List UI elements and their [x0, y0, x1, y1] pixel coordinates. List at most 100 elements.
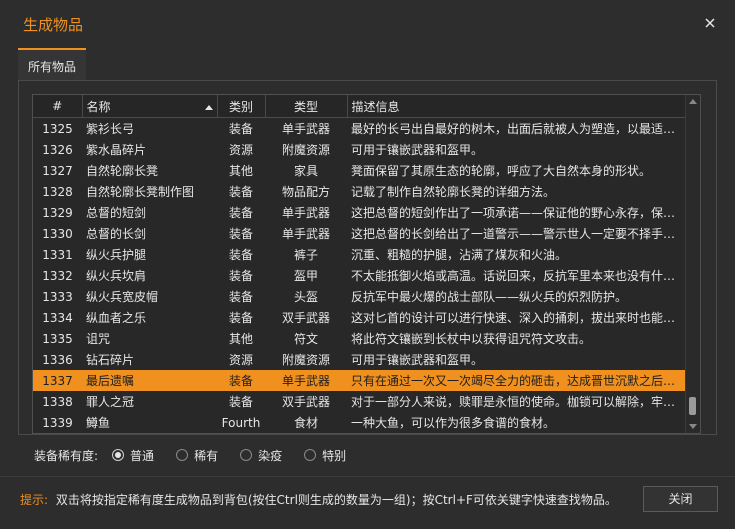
cell-type: 盔甲: [293, 269, 318, 283]
cell-id: 1328: [42, 184, 73, 199]
cell-name: 诅咒: [86, 332, 111, 346]
cell-description: 沉重、粗糙的护腿，沾满了煤灰和火油。: [351, 248, 568, 262]
column-header-category[interactable]: 类别: [217, 95, 266, 118]
tab-all-items[interactable]: 所有物品: [18, 48, 87, 80]
cell-id: 1327: [42, 163, 73, 178]
cell-id: 1336: [42, 352, 73, 367]
hint: 提示: 双击将按指定稀有度生成物品到背包(按住Ctrl则生成的数量为一组)；按C…: [20, 491, 617, 508]
table-row[interactable]: 1326 紫水晶碎片 资源 附魔资源 可用于镶嵌武器和盔甲。: [33, 139, 686, 160]
radio-button[interactable]: [176, 449, 189, 461]
radio-label: 特别: [322, 448, 347, 463]
radio-button[interactable]: [304, 449, 317, 461]
cell-description: 只有在通过一次又一次竭尽全力的砸击，达成晋世沉默之后，…: [347, 370, 686, 391]
cell-description: 这把总督的短剑作出了一项承诺——保证他的野心永存，保…: [351, 206, 676, 220]
table-row[interactable]: 1336 钻石碎片 资源 附魔资源 可用于镶嵌武器和盔甲。: [33, 349, 686, 370]
cell-type: 双手武器: [281, 395, 330, 409]
cell-id: 1335: [42, 331, 73, 346]
cell-description: 对于一部分人来说，赎罪是永恒的使命。枷锁可以解除，牢门…: [351, 395, 686, 409]
rarity-selector: 装备稀有度: 普通 稀有 染疫 特别: [34, 446, 368, 464]
cell-id: 1329: [42, 205, 73, 220]
title-bar: 生成物品: [0, 0, 735, 48]
cell-category: 装备: [228, 269, 253, 283]
chevron-down-icon[interactable]: [689, 424, 697, 429]
table-row[interactable]: 1335 诅咒 其他 符文 将此符文镶嵌到长杖中以获得诅咒符文攻击。: [33, 328, 686, 349]
cell-id: 1337: [33, 370, 82, 391]
cell-name: 钻石碎片: [86, 353, 135, 367]
cell-category: 其他: [228, 332, 253, 346]
close-icon[interactable]: [703, 16, 717, 30]
chevron-up-icon[interactable]: [689, 99, 697, 104]
cell-id: 1333: [42, 289, 73, 304]
table-row[interactable]: 1332 纵火兵坎肩 装备 盔甲 不太能抵御火焰或高温。话说回来，反抗军里本来也没有什么…: [33, 265, 686, 286]
cell-type: 单手武器: [265, 370, 347, 391]
column-header-description[interactable]: 描述信息: [347, 95, 687, 118]
cell-type: 双手武器: [281, 311, 330, 325]
radio-label: 染疫: [258, 448, 283, 463]
cell-category: 装备: [228, 227, 253, 241]
table-row[interactable]: 1338 罪人之冠 装备 双手武器 对于一部分人来说，赎罪是永恒的使命。枷锁可以解除，牢…: [33, 391, 686, 412]
table-row[interactable]: 1334 纵血者之乐 装备 双手武器 这对匕首的设计可以进行快速、深入的捅刺，拔出来时也…: [33, 307, 686, 328]
radio-button[interactable]: [112, 449, 125, 461]
radio-label: 普通: [130, 448, 155, 463]
table-row[interactable]: 1327 自然轮廓长凳 其他 家具 凳面保留了其原生态的轮廓，呼应了大自然本身的形状。: [33, 160, 686, 181]
cell-name: 纵火兵护腿: [86, 248, 147, 262]
table-row[interactable]: 1330 总督的长剑 装备 单手武器 这把总督的长剑给出了一道警示——警示世人一定要不择…: [33, 223, 686, 244]
table-row[interactable]: 1331 纵火兵护腿 装备 裤子 沉重、粗糙的护腿，沾满了煤灰和火油。: [33, 244, 686, 265]
cell-name: 紫水晶碎片: [86, 143, 147, 157]
cell-name: 总督的短剑: [86, 206, 147, 220]
cell-name: 纵血者之乐: [86, 311, 147, 325]
cell-type: 单手武器: [281, 122, 330, 136]
cell-type: 附魔资源: [281, 353, 330, 367]
cell-name: 总督的长剑: [86, 227, 147, 241]
cell-type: 附魔资源: [281, 143, 330, 157]
table-row[interactable]: 1328 自然轮廓长凳制作图 装备 物品配方 记载了制作自然轮廓长凳的详细方法。: [33, 181, 686, 202]
cell-name: 纵火兵宽皮帽: [86, 290, 159, 304]
cell-description: 可用于镶嵌武器和盔甲。: [351, 143, 484, 157]
cell-category: 装备: [228, 122, 253, 136]
cell-category: 资源: [228, 353, 253, 367]
cell-description: 将此符文镶嵌到长杖中以获得诅咒符文攻击。: [351, 332, 592, 346]
table-row[interactable]: 1337 最后遗嘱 装备 单手武器 只有在通过一次又一次竭尽全力的砸击，达成晋世沉默之后…: [33, 370, 686, 391]
cell-description: 反抗军中最火爆的战士部队——纵火兵的炽烈防护。: [351, 290, 628, 304]
cell-name: 自然轮廓长凳: [86, 164, 159, 178]
cell-name: 罪人之冠: [86, 395, 135, 409]
column-header-name[interactable]: 名称: [82, 95, 218, 118]
cell-description: 这对匕首的设计可以进行快速、深入的捅刺，拔出来时也能高…: [351, 311, 686, 325]
cell-name: 鳟鱼: [86, 416, 111, 430]
cell-id: 1338: [42, 394, 73, 409]
table-row[interactable]: 1325 紫衫长弓 装备 单手武器 最好的长弓出自最好的树木，出面后就被人为塑造，以最适…: [33, 118, 686, 140]
hint-text: 双击将按指定稀有度生成物品到背包(按住Ctrl则生成的数量为一组)；按Ctrl+…: [55, 493, 617, 507]
cell-id: 1331: [42, 247, 73, 262]
window-title: 生成物品: [23, 16, 84, 34]
cell-category: 装备: [228, 185, 253, 199]
cell-description: 不太能抵御火焰或高温。话说回来，反抗军里本来也没有什么…: [351, 269, 686, 283]
rarity-radio-0[interactable]: 普通: [112, 447, 154, 464]
cell-type: 头盔: [293, 290, 318, 304]
sort-ascending-icon: [204, 104, 213, 110]
cell-category: 资源: [228, 143, 253, 157]
cell-type: 食材: [293, 416, 318, 430]
cell-name: 最后遗嘱: [82, 370, 217, 391]
cell-type: 裤子: [293, 248, 318, 262]
rarity-radio-1[interactable]: 稀有: [176, 447, 218, 464]
cell-type: 物品配方: [281, 185, 330, 199]
table-row[interactable]: 1333 纵火兵宽皮帽 装备 头盔 反抗军中最火爆的战士部队——纵火兵的炽烈防护。: [33, 286, 686, 307]
scrollbar-thumb[interactable]: [689, 397, 696, 415]
rarity-radio-3[interactable]: 特别: [304, 447, 346, 464]
close-button[interactable]: 关闭: [643, 486, 718, 512]
cell-description: 记载了制作自然轮廓长凳的详细方法。: [351, 185, 556, 199]
radio-button[interactable]: [240, 449, 253, 461]
rarity-radio-2[interactable]: 染疫: [240, 447, 282, 464]
cell-category: Fourth: [221, 415, 261, 430]
vertical-scrollbar[interactable]: [685, 95, 700, 433]
cell-type: 家具: [293, 164, 318, 178]
cell-type: 单手武器: [281, 227, 330, 241]
table-row[interactable]: 1339 鳟鱼 Fourth 食材 一种大鱼，可以作为很多食谱的食材。: [33, 412, 686, 433]
column-header-id[interactable]: #: [33, 95, 83, 118]
cell-name: 纵火兵坎肩: [86, 269, 147, 283]
cell-name: 紫衫长弓: [86, 122, 135, 136]
column-header-type[interactable]: 类型: [265, 95, 348, 118]
table-row[interactable]: 1329 总督的短剑 装备 单手武器 这把总督的短剑作出了一项承诺——保证他的野心永存，…: [33, 202, 686, 223]
cell-id: 1332: [42, 268, 73, 283]
cell-description: 一种大鱼，可以作为很多食谱的食材。: [351, 416, 556, 430]
